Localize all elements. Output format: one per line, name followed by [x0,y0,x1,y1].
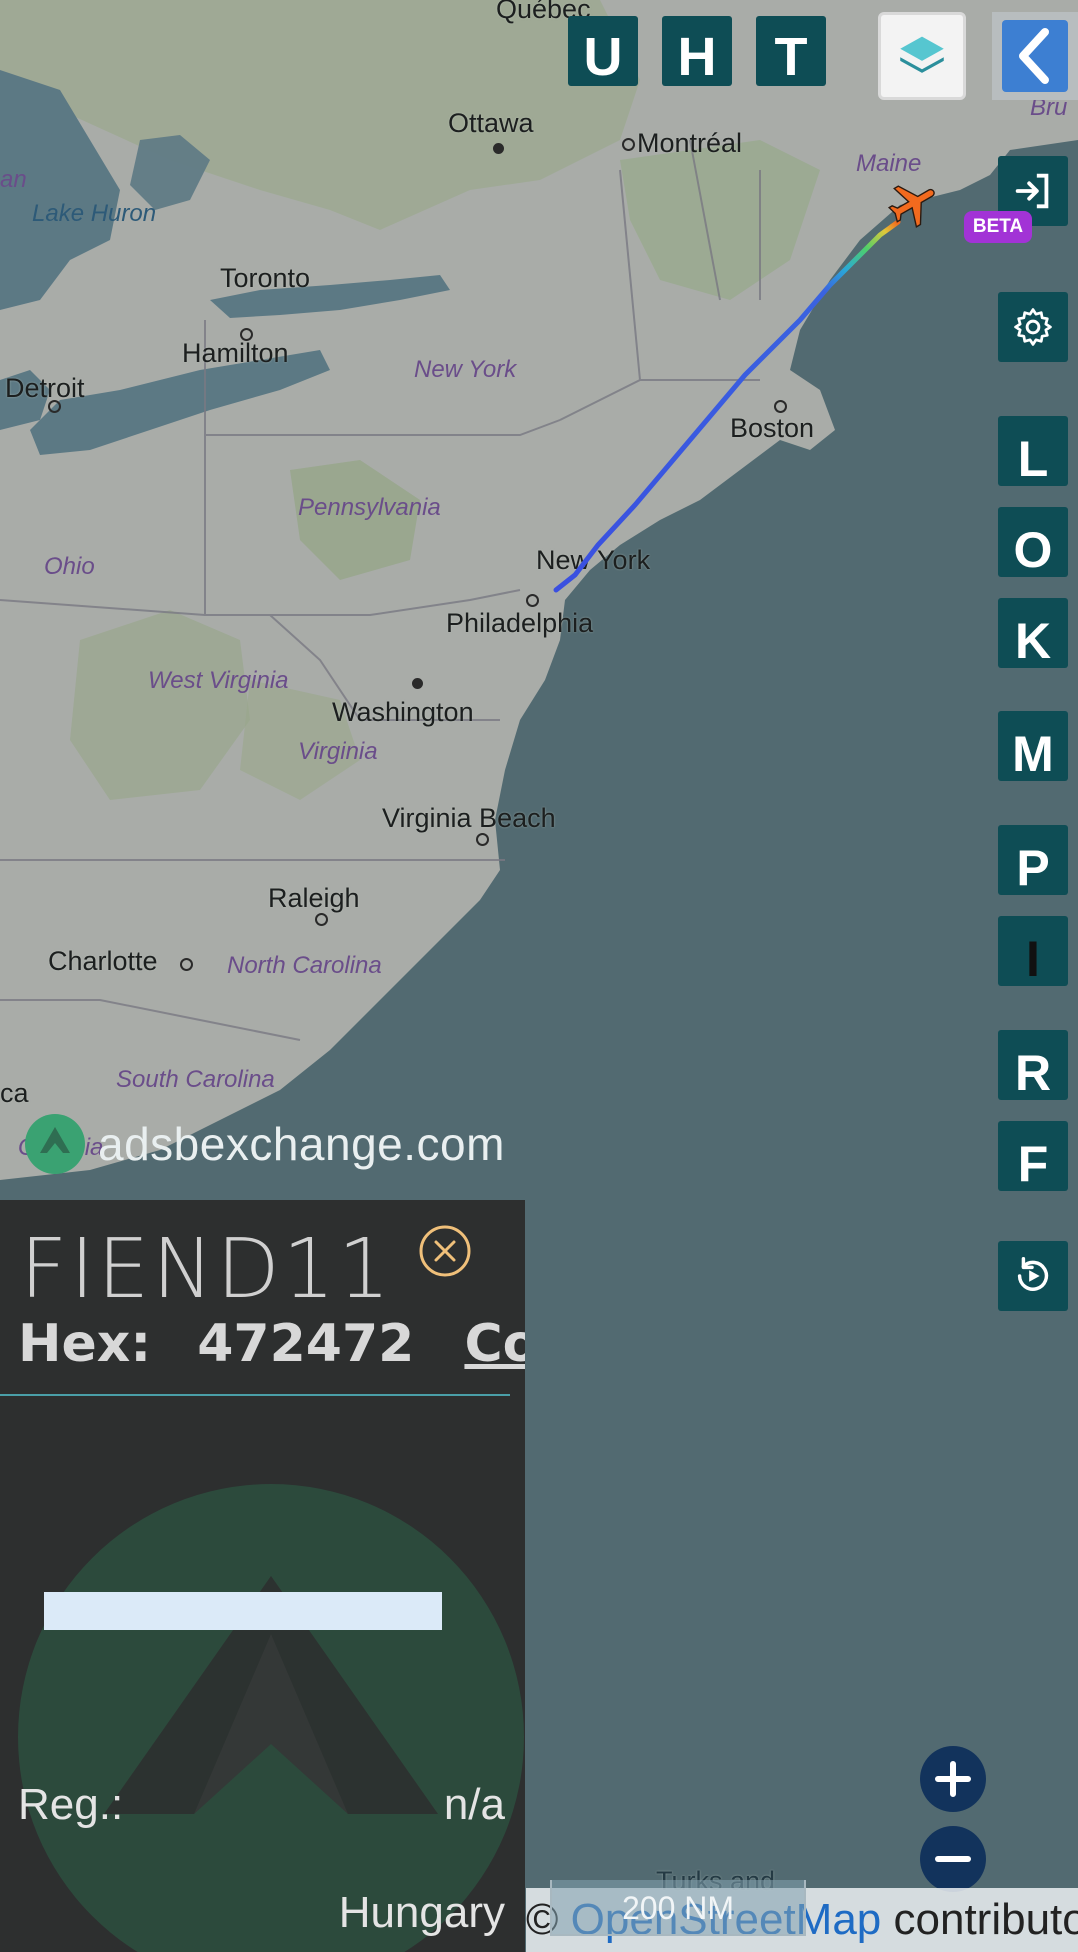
hex-label: Hex: [18,1314,152,1374]
toggle-i-button[interactable]: I [998,916,1068,987]
divider [0,1394,510,1396]
toggle-r-button[interactable]: R [998,1030,1068,1101]
toggle-p-button[interactable]: P [998,825,1068,896]
login-icon [1015,173,1049,209]
layers-button[interactable] [878,12,966,100]
toggle-k-button[interactable]: K [998,598,1068,669]
adsbexchange-logo-icon [25,1114,85,1174]
minus-icon [935,1856,971,1862]
toggle-m-button[interactable]: M [998,711,1068,782]
back-button[interactable] [992,12,1078,100]
replay-button[interactable] [998,1241,1068,1311]
toggle-f-button[interactable]: F [998,1121,1068,1192]
country-value: Hungary [338,1888,505,1937]
toggle-h-button[interactable]: H [662,16,732,87]
close-circle-icon [419,1225,471,1277]
settings-button[interactable] [998,292,1068,362]
plus-icon [935,1761,971,1797]
toggle-u-button[interactable]: U [568,16,638,87]
watermark-text: adsbexchange.com [98,1118,505,1170]
toggle-t-button[interactable]: T [756,16,826,87]
hex-row: Hex: 472472 Copy [18,1314,525,1374]
registration-label: Reg.: [18,1780,124,1829]
zoom-out-button[interactable] [920,1826,986,1892]
aircraft-silhouette [18,1484,524,1952]
adsbexchange-watermark: adsbexchange.com [24,1113,505,1175]
airplane-icon[interactable] [886,176,942,232]
close-panel-button[interactable] [418,1224,472,1278]
redacted-bar [44,1592,442,1630]
gear-icon [1014,308,1052,346]
toggle-o-button[interactable]: O [998,507,1068,578]
hex-value: 472472 [197,1314,415,1374]
scale-bar: 200 NM [550,1880,806,1936]
zoom-in-button[interactable] [920,1746,986,1812]
callsign: FIEND11 [20,1222,393,1317]
chevron-left-icon [1002,20,1068,92]
layers-icon [900,36,944,73]
replay-icon [1017,1257,1049,1291]
aircraft-info-panel: FIEND11 Hex: 472472 Copy Reg.: n/a Hunga… [0,1200,525,1952]
beta-badge: BETA [964,211,1032,243]
copy-hex-link[interactable]: Copy [464,1314,525,1374]
attribution-suffix: contributors. [893,1895,1078,1944]
registration-value: n/a [443,1780,505,1829]
toggle-l-button[interactable]: L [998,416,1068,487]
